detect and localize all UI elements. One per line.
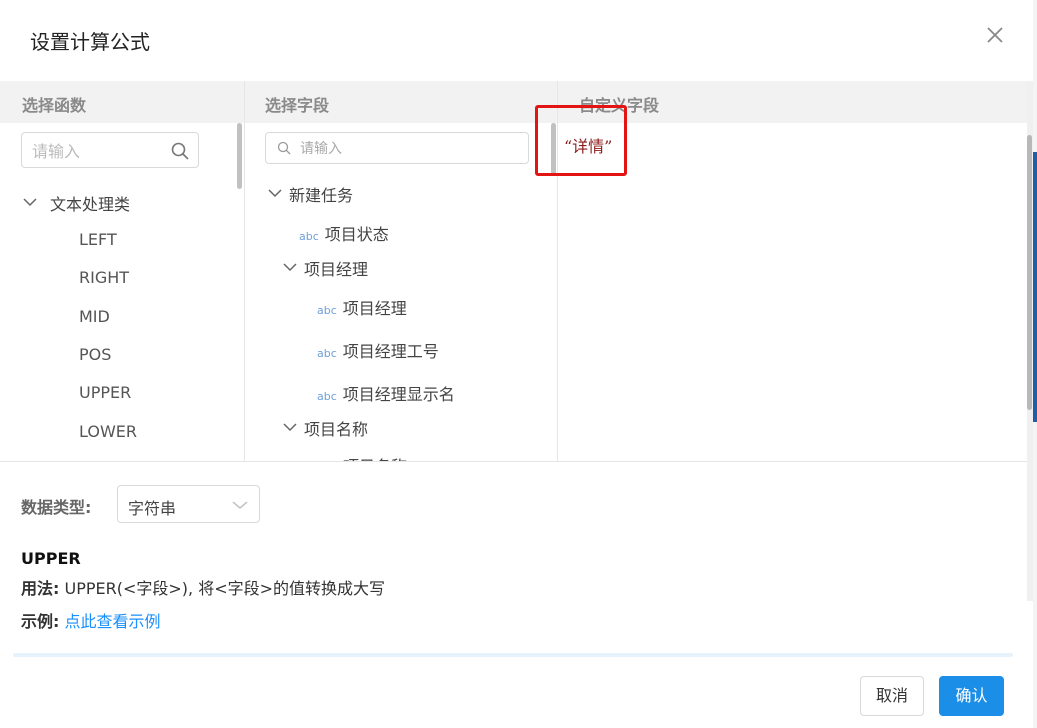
chevron-down-icon[interactable]	[283, 422, 297, 432]
function-name: UPPER	[21, 549, 81, 568]
function-search-box[interactable]	[21, 132, 199, 168]
fields-column-header: 选择字段	[265, 96, 330, 115]
footer-separator	[13, 653, 1013, 657]
dialog-scrollbar-thumb[interactable]	[1027, 135, 1032, 410]
field-item-label: 项目经理工号	[342, 342, 439, 361]
search-icon[interactable]	[170, 141, 190, 161]
data-type-select[interactable]: 字符串	[117, 485, 260, 523]
text-type-icon: abc	[317, 304, 337, 317]
columns-header-band	[0, 81, 1027, 123]
function-item-right[interactable]: RIGHT	[79, 268, 129, 287]
field-item-manager-id[interactable]: abc 项目经理工号	[317, 338, 439, 362]
text-type-icon: abc	[317, 390, 337, 403]
function-search-input[interactable]	[30, 139, 169, 163]
formula-dialog: 设置计算公式 选择函数 选择字段 自定义字段 文本处理类 LEFT RIGHT …	[0, 0, 1033, 728]
function-item-upper[interactable]: UPPER	[79, 383, 131, 402]
text-type-icon: abc	[299, 230, 319, 243]
field-search-box[interactable]	[265, 132, 529, 164]
background-window-strip	[1033, 152, 1037, 422]
usage-text: UPPER(<字段>), 将<字段>的值转换成大写	[64, 579, 386, 598]
cancel-button[interactable]: 取消	[860, 676, 924, 716]
functions-column-header: 选择函数	[22, 96, 87, 115]
field-item-label: 项目状态	[324, 225, 389, 244]
field-tree-root[interactable]: 新建任务	[289, 182, 353, 206]
field-item-label: 项目经理	[342, 299, 407, 318]
field-search-input[interactable]	[298, 138, 522, 160]
chevron-down-icon	[232, 501, 248, 509]
highlight-box	[535, 105, 627, 176]
dialog-title: 设置计算公式	[30, 30, 150, 54]
field-group-project-name[interactable]: 项目名称	[304, 416, 368, 440]
functions-scrollbar[interactable]	[237, 123, 242, 189]
function-item-lower[interactable]: LOWER	[79, 422, 137, 441]
chevron-down-icon[interactable]	[283, 262, 297, 272]
data-type-label: 数据类型:	[21, 498, 92, 517]
usage-label: 用法:	[21, 579, 60, 598]
function-item-pos[interactable]: POS	[79, 345, 111, 364]
function-item-mid[interactable]: MID	[79, 307, 110, 326]
field-item-manager[interactable]: abc 项目经理	[317, 295, 407, 319]
text-type-icon: abc	[317, 347, 337, 360]
section-divider	[0, 461, 1027, 462]
data-type-value: 字符串	[128, 499, 177, 518]
chevron-down-icon[interactable]	[268, 188, 282, 198]
field-tree: 新建任务 abc 项目状态 项目经理 abc 项目经理 abc 项目经理工号 abc 项…	[245, 170, 557, 461]
function-usage: 用法: UPPER(<字段>), 将<字段>的值转换成大写	[21, 575, 385, 599]
confirm-button[interactable]: 确认	[939, 676, 1004, 716]
function-example: 示例: 点此查看示例	[21, 608, 161, 632]
example-link[interactable]: 点此查看示例	[65, 612, 161, 631]
field-item-manager-display[interactable]: abc 项目经理显示名	[317, 381, 455, 405]
example-label: 示例:	[21, 612, 60, 631]
field-group-manager[interactable]: 项目经理	[304, 256, 368, 280]
function-item-left[interactable]: LEFT	[79, 230, 117, 249]
field-item-status[interactable]: abc 项目状态	[299, 221, 389, 245]
close-icon[interactable]	[984, 24, 1006, 46]
function-list: LEFT RIGHT MID POS UPPER LOWER	[0, 180, 236, 461]
search-icon[interactable]	[277, 141, 291, 155]
field-item-label: 项目经理显示名	[342, 385, 455, 404]
field-item-project-name[interactable]: 项目名称	[343, 453, 407, 461]
